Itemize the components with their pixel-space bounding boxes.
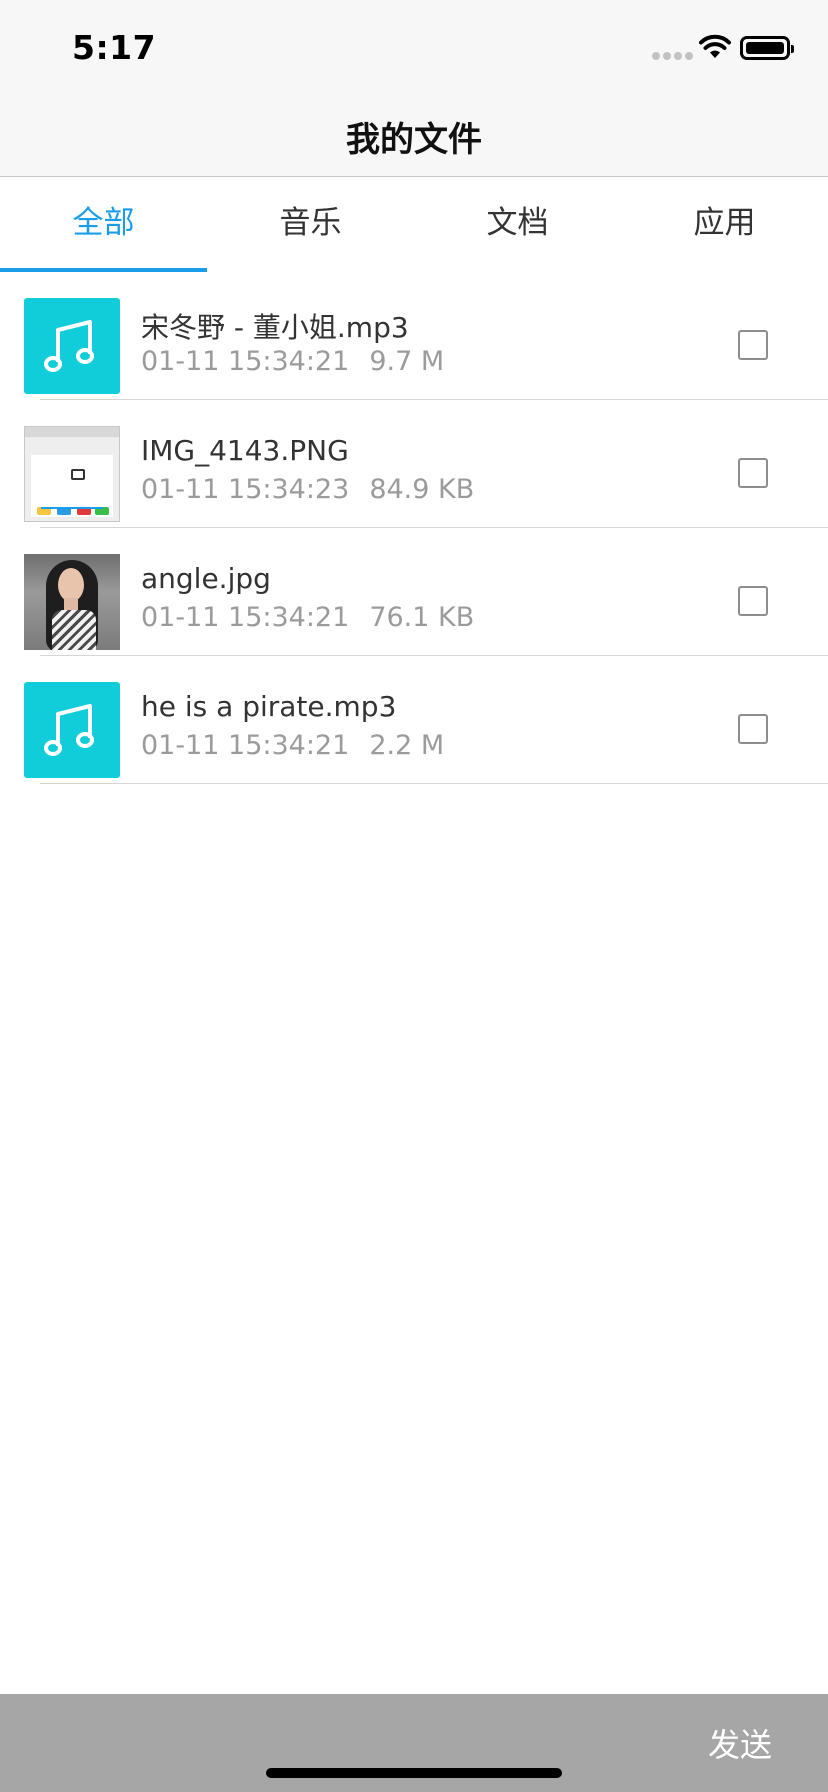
tab-documents[interactable]: 文档 [414, 177, 621, 272]
home-indicator[interactable] [266, 1768, 562, 1778]
music-note-icon [24, 682, 120, 778]
file-row[interactable]: IMG_4143.PNG 01-11 15:34:23 84.9 KB [0, 400, 828, 528]
select-checkbox[interactable] [738, 330, 768, 360]
file-name: 宋冬野 - 董小姐.mp3 [141, 311, 409, 344]
file-date: 01-11 15:34:21 [141, 602, 350, 633]
select-checkbox[interactable] [738, 586, 768, 616]
wifi-icon [699, 34, 731, 58]
file-meta: 01-11 15:34:21 2.2 M [141, 730, 444, 761]
file-name: he is a pirate.mp3 [141, 690, 397, 723]
navigation-bar: 我的文件 [0, 100, 828, 177]
file-meta: 01-11 15:34:21 9.7 M [141, 346, 444, 377]
file-size: 76.1 KB [369, 602, 475, 633]
tab-apps[interactable]: 应用 [621, 177, 828, 272]
page-title: 我的文件 [346, 120, 482, 160]
file-date: 01-11 15:34:21 [141, 346, 350, 377]
send-button[interactable]: 发送 [708, 1720, 772, 1766]
battery-icon [740, 36, 794, 60]
tab-all[interactable]: 全部 [0, 177, 207, 272]
portrait-photo-thumbnail [24, 554, 120, 650]
folder-icon [71, 469, 85, 480]
file-date: 01-11 15:34:21 [141, 730, 350, 761]
screenshot-thumbnail [24, 426, 120, 522]
status-bar: 5:17 [0, 0, 828, 100]
select-checkbox[interactable] [738, 714, 768, 744]
file-size: 2.2 M [369, 730, 445, 761]
file-row[interactable]: angle.jpg 01-11 15:34:21 76.1 KB [0, 528, 828, 656]
file-meta: 01-11 15:34:21 76.1 KB [141, 602, 474, 633]
file-size: 84.9 KB [369, 474, 475, 505]
file-size: 9.7 M [369, 346, 445, 377]
file-row[interactable]: 宋冬野 - 董小姐.mp3 01-11 15:34:21 9.7 M [0, 272, 828, 400]
file-date: 01-11 15:34:23 [141, 474, 350, 505]
category-tabs: 全部 音乐 文档 应用 [0, 177, 828, 272]
tab-music[interactable]: 音乐 [207, 177, 414, 272]
status-time: 5:17 [72, 28, 157, 67]
cellular-signal-icon [652, 52, 693, 60]
file-row[interactable]: he is a pirate.mp3 01-11 15:34:21 2.2 M [0, 656, 828, 784]
music-note-icon [24, 298, 120, 394]
select-checkbox[interactable] [738, 458, 768, 488]
file-list: 宋冬野 - 董小姐.mp3 01-11 15:34:21 9.7 M IMG_41… [0, 272, 828, 784]
file-meta: 01-11 15:34:23 84.9 KB [141, 474, 474, 505]
file-name: IMG_4143.PNG [141, 434, 349, 467]
file-name: angle.jpg [141, 562, 271, 595]
